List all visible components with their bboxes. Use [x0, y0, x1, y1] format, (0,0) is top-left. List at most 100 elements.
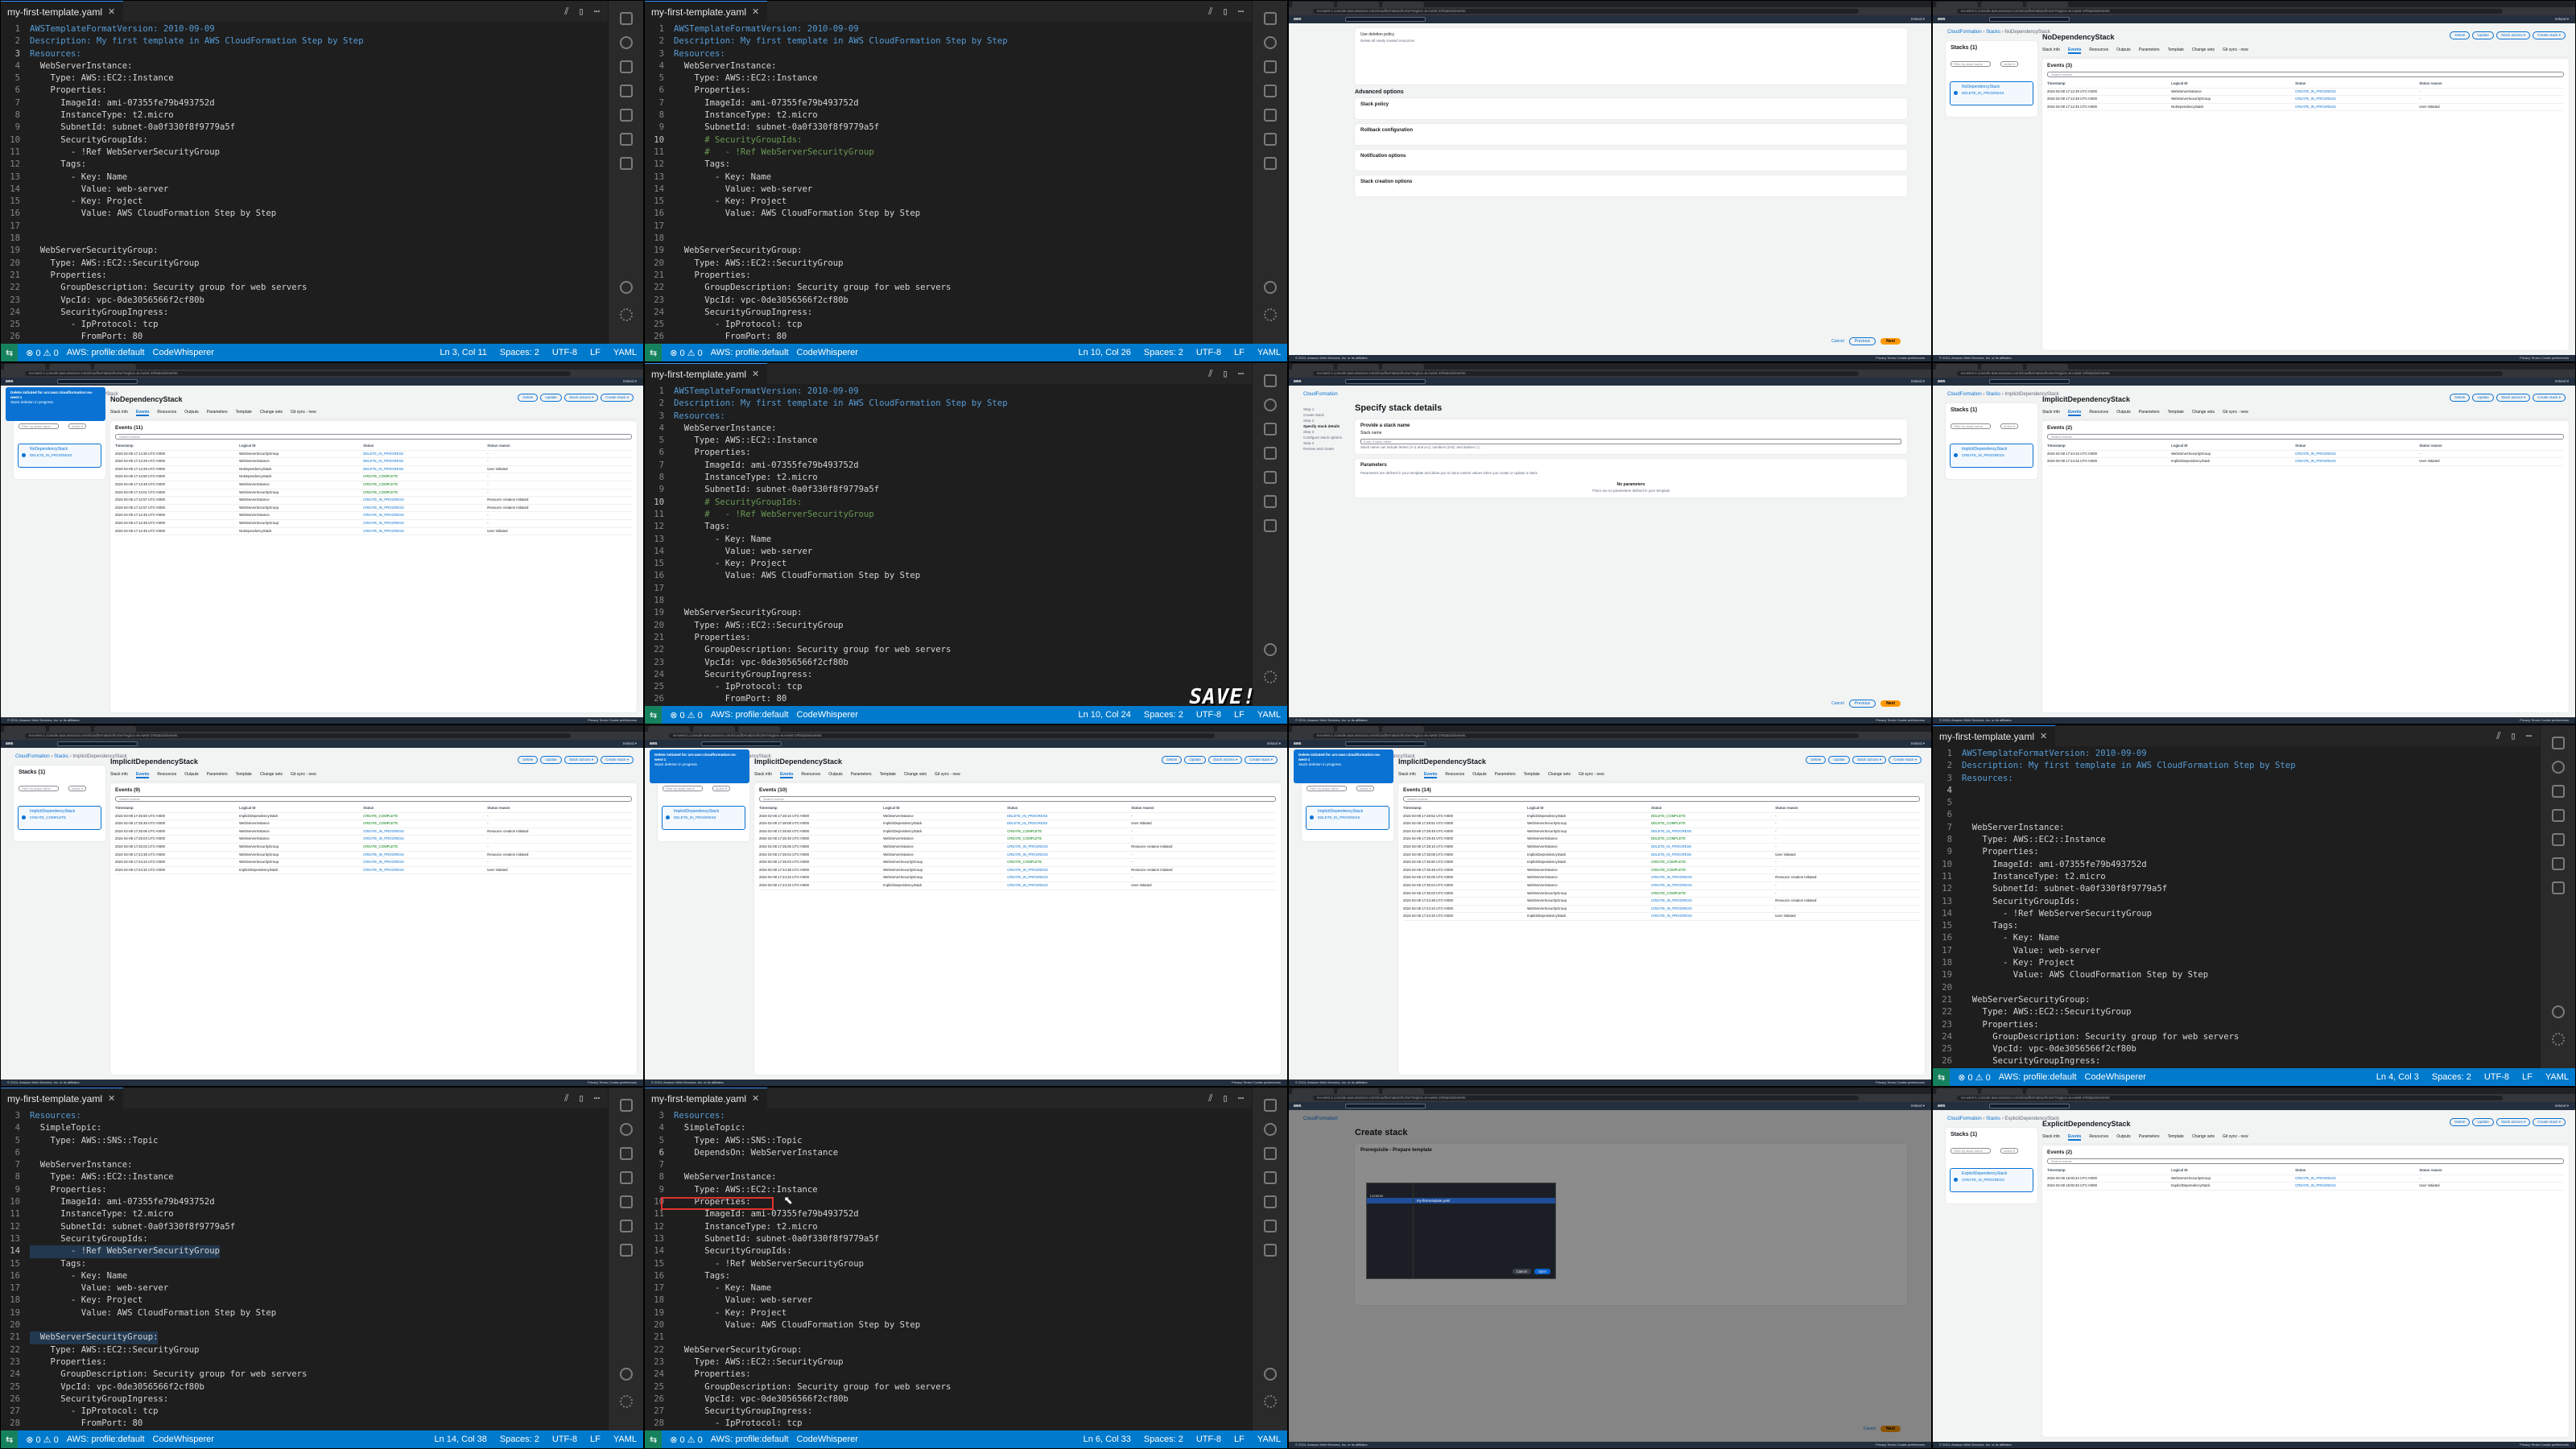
events-search-input[interactable]: Search events: [115, 434, 632, 440]
delete-button[interactable]: Delete: [1162, 756, 1183, 764]
selected-stack[interactable]: ImplicitDependencyStack CREATE_IN_PROGRES…: [1950, 444, 2033, 468]
account-icon[interactable]: [1264, 643, 1277, 656]
source-control-icon[interactable]: [2551, 785, 2565, 798]
account-icon[interactable]: [620, 281, 633, 294]
event-logical-id[interactable]: WebServerSecurityGroup: [883, 859, 1007, 866]
address-bar[interactable]: eu-west-1.console.aws.amazon.com/cloudfo…: [1313, 733, 1859, 738]
column-header[interactable]: Status reason: [1775, 805, 1920, 812]
events-search-input[interactable]: Search events: [2047, 434, 2564, 440]
tab-change-sets[interactable]: Change sets: [2192, 410, 2215, 416]
cursor-position[interactable]: Ln 4, Col 3: [2376, 1072, 2419, 1082]
selected-stack[interactable]: ImplicitDependencyStack DELETE_IN_PROGRES…: [662, 806, 745, 830]
account-icon[interactable]: [1264, 1368, 1277, 1381]
browser-tab[interactable]: [1292, 2, 1334, 7]
column-header[interactable]: Status: [363, 805, 487, 812]
column-header[interactable]: Status reason: [487, 443, 632, 450]
breadcrumb-stacks[interactable]: Stacks: [1986, 1117, 2000, 1121]
search-icon[interactable]: [1263, 1123, 1277, 1136]
tab-outputs[interactable]: Outputs: [184, 410, 199, 416]
tab-template[interactable]: Template: [880, 772, 896, 778]
event-logical-id[interactable]: WebServerSecurityGroup: [1527, 820, 1651, 828]
column-header[interactable]: Timestamp: [115, 443, 239, 450]
tab-outputs[interactable]: Outputs: [1472, 772, 1487, 778]
region-selector[interactable]: Ireland ▾: [2555, 17, 2569, 22]
tab-resources[interactable]: Resources: [157, 410, 176, 416]
stack-name[interactable]: ImplicitDependencyStack: [30, 809, 97, 814]
folder-lectures[interactable]: Lectures: [1370, 1193, 1410, 1199]
event-logical-id[interactable]: WebServerInstance: [1527, 836, 1651, 843]
event-logical-id[interactable]: WebServerSecurityGroup: [883, 867, 1007, 874]
more-icon[interactable]: ⋯: [1238, 368, 1244, 380]
event-logical-id[interactable]: WebServerSecurityGroup: [1527, 906, 1651, 913]
event-logical-id[interactable]: ExplicitDependencyStack: [2171, 1183, 2295, 1190]
browser-tab[interactable]: [49, 726, 91, 732]
update-button[interactable]: Update: [1184, 756, 1206, 764]
more-icon[interactable]: ⋯: [1238, 6, 1244, 18]
extensions-icon[interactable]: [1263, 471, 1277, 484]
aws-logo[interactable]: aws: [1294, 17, 1305, 22]
account-icon[interactable]: [2552, 1005, 2565, 1018]
more-icon[interactable]: ⋯: [2526, 730, 2532, 742]
column-header[interactable]: Logical ID: [239, 805, 363, 812]
breadcrumb-cloudformation[interactable]: CloudFormation: [1947, 1117, 1982, 1121]
file-encoding[interactable]: UTF-8: [552, 1435, 577, 1444]
aws-icon[interactable]: [619, 1220, 633, 1232]
aws-logo[interactable]: aws: [1938, 17, 1949, 22]
line-ending[interactable]: LF: [1234, 348, 1245, 357]
split-editor-icon[interactable]: ⫽: [564, 1092, 568, 1104]
problems-count[interactable]: ⊗ 0 ⚠ 0: [670, 710, 702, 720]
language-mode[interactable]: YAML: [1257, 710, 1281, 720]
settings-gear-icon[interactable]: [1264, 671, 1277, 683]
selected-stack[interactable]: ExplicitDependencyStack CREATE_IN_PROGRES…: [1950, 1168, 2033, 1192]
aws-logo[interactable]: aws: [1938, 379, 1949, 384]
column-header[interactable]: Status: [2295, 443, 2419, 450]
tab-stack-info[interactable]: Stack info: [2042, 47, 2060, 54]
delete-button[interactable]: Delete: [2450, 394, 2471, 402]
stack-filter-input[interactable]: Filter by stack name: [663, 786, 703, 791]
aws-search-input[interactable]: [57, 379, 138, 384]
selected-stack[interactable]: ImplicitDependencyStack CREATE_COMPLETE: [18, 806, 101, 830]
codewhisperer-status[interactable]: CodeWhisperer: [153, 348, 214, 357]
column-header[interactable]: Status reason: [2419, 1167, 2564, 1174]
create-stack-button[interactable]: Create stack ▾: [601, 394, 634, 402]
column-header[interactable]: Status reason: [2419, 80, 2564, 88]
account-icon[interactable]: [1264, 281, 1277, 294]
close-icon[interactable]: ✕: [752, 6, 759, 17]
layout-icon[interactable]: ▯: [2511, 730, 2516, 742]
tab-change-sets[interactable]: Change sets: [904, 772, 927, 778]
column-header[interactable]: Timestamp: [1403, 805, 1527, 812]
status-filter[interactable]: Active ▾: [1356, 786, 1374, 791]
editor-tab[interactable]: my-first-template.yaml ✕: [1, 1088, 124, 1108]
stack-name[interactable]: NoDependencyStack: [1962, 85, 2029, 89]
tab-change-sets[interactable]: Change sets: [2192, 1134, 2215, 1141]
wizard-step[interactable]: Configure stack options: [1303, 435, 1350, 440]
selected-stack[interactable]: ImplicitDependencyStack DELETE_IN_PROGRES…: [1306, 806, 1389, 830]
browser-tab[interactable]: [4, 726, 46, 732]
run-debug-icon[interactable]: [1263, 447, 1277, 460]
create-stack-button[interactable]: Create stack ▾: [2533, 31, 2566, 39]
address-bar[interactable]: eu-west-1.console.aws.amazon.com/cloudfo…: [25, 733, 571, 738]
close-icon[interactable]: ✕: [752, 369, 759, 379]
events-search-input[interactable]: Search events: [759, 796, 1276, 802]
codewhisperer-status[interactable]: CodeWhisperer: [797, 1435, 858, 1444]
use-deletion-policy[interactable]: Use deletion policy: [1360, 32, 1901, 38]
event-logical-id[interactable]: WebServerInstance: [883, 813, 1007, 820]
address-bar[interactable]: eu-west-1.console.aws.amazon.com/cloudfo…: [1313, 9, 1859, 14]
remote-icon[interactable]: [619, 1244, 633, 1257]
address-bar[interactable]: eu-west-1.console.aws.amazon.com/cloudfo…: [1957, 1096, 2503, 1100]
tab-git-sync-new[interactable]: Git sync - new: [1579, 772, 1604, 778]
breadcrumb-stacks[interactable]: Stacks: [54, 754, 68, 759]
event-logical-id[interactable]: ImplicitDependencyStack: [1527, 852, 1651, 859]
code-editor[interactable]: 1 AWSTemplateFormatVersion: 2010-09-09 2 De…: [645, 386, 1252, 706]
event-logical-id[interactable]: WebServerSecurityGroup: [239, 520, 363, 527]
event-logical-id[interactable]: WebServerSecurityGroup: [239, 451, 363, 458]
footer-links[interactable]: Privacy Terms Cookie preferences: [2520, 355, 2569, 361]
tab-resources[interactable]: Resources: [2089, 1134, 2108, 1141]
region-selector[interactable]: Ireland ▾: [1911, 379, 1925, 384]
previous-button[interactable]: Previous: [1848, 700, 1876, 708]
update-button[interactable]: Update: [2472, 394, 2494, 402]
aws-profile[interactable]: AWS: profile:default: [67, 348, 145, 357]
wizard-step[interactable]: Review and create: [1303, 446, 1350, 452]
stack-filter-input[interactable]: Filter by stack name: [19, 786, 59, 791]
region-selector[interactable]: Ireland ▾: [1267, 741, 1281, 746]
